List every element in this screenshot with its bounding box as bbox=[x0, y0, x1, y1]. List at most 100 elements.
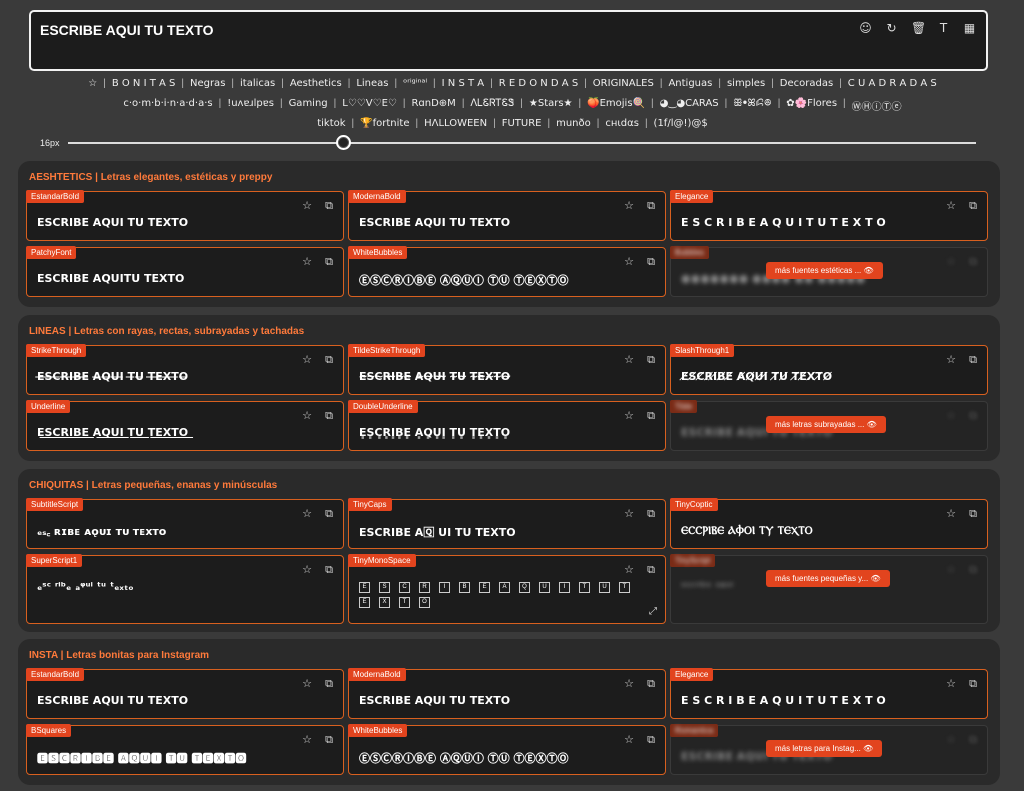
star-icon[interactable]: ☆ bbox=[945, 564, 957, 576]
category-link[interactable]: RɑnD⊕M bbox=[411, 98, 455, 113]
copy-icon[interactable]: ⧉ bbox=[967, 564, 979, 576]
star-icon[interactable]: ☆ bbox=[623, 410, 635, 422]
copy-icon[interactable]: ⧉ bbox=[323, 410, 335, 422]
category-link[interactable]: !uʌɐɹlpɐs bbox=[227, 98, 274, 113]
category-link[interactable]: HΛLLOWEEN bbox=[424, 118, 487, 129]
category-link[interactable]: ⓌⒽⓘⓉⓔ bbox=[852, 98, 902, 113]
category-link[interactable]: Aesthetics bbox=[290, 78, 342, 89]
category-link[interactable]: (1f/l@!)@$ bbox=[654, 118, 708, 129]
font-card[interactable]: SlashThrough1 ☆ ⧉ E̸S̸C̸R̸I̸B̸E̸ A̸Q̸U̸I̸ T… bbox=[670, 344, 988, 395]
font-card[interactable]: TinyCoptic ☆ ⧉ ⲈⲤⲤⲢⲒⲂⲈ ⲀⲪⲞⲒ ⲦⲨ ⲦⲈⲬⲦⲞ bbox=[670, 498, 988, 549]
star-icon[interactable]: ☆ bbox=[301, 200, 313, 212]
more-fonts-button[interactable]: más fuentes pequeñas y... 👁 bbox=[766, 570, 890, 587]
category-link[interactable]: R E D O N D A S bbox=[499, 78, 578, 89]
copy-icon[interactable]: ⧉ bbox=[323, 354, 335, 366]
star-icon[interactable]: ☆ bbox=[301, 678, 313, 690]
font-card[interactable]: TinyCaps ☆ ⧉ ESCRIBE A🅀 UI TU TEXTO bbox=[348, 498, 666, 549]
trash-icon[interactable]: 🗑 bbox=[911, 21, 926, 35]
font-card[interactable]: EstandarBold ☆ ⧉ ESCRIBE AQUI TU TEXTO bbox=[26, 668, 344, 719]
grid-icon[interactable]: ▦ bbox=[963, 21, 976, 35]
category-link[interactable]: ᵒʳⁱᵍⁱⁿᵃˡ bbox=[403, 78, 427, 89]
font-card[interactable]: SuperScript1 ☆ ⧉ ₑˢᶜ ʳⁱᵇₑ ₐᵠᵘⁱ ᵗᵘ ᵗₑₓₜₒ bbox=[26, 554, 344, 624]
font-card[interactable]: PatchyFont ☆ ⧉ ESCRIBE AQUITU TEXTO bbox=[26, 246, 344, 297]
font-card[interactable]: SubtitleScript ☆ ⧉ ₑₛ꜀ ʀɪʙᴇ ᴀǫᴜɪ ᴛᴜ ᴛᴇxᴛᴏ bbox=[26, 498, 344, 549]
more-fonts-button[interactable]: más letras subrayadas ... 👁 bbox=[766, 416, 886, 433]
font-card[interactable]: BSquares ☆ ⧉ 🅴🆂🅲🆁🅸🅱🅴 🅰🆀🆄🅸 🆃🆄 🆃🅴🆇🆃🅾 bbox=[26, 724, 344, 775]
category-link[interactable]: ✿🌸Flores bbox=[786, 98, 837, 113]
star-icon[interactable]: ☆ bbox=[301, 508, 313, 520]
category-link[interactable]: Decoradas bbox=[780, 78, 833, 89]
font-card[interactable]: WhiteBubbles ☆ ⧉ ⒺⓈⒸⓇⒾⒷⒺ ⒶⓆⓊⒾ ⓉⓊ ⓉⒺⓍⓉⓄ bbox=[348, 246, 666, 297]
star-icon[interactable]: ☆ bbox=[945, 508, 957, 520]
category-link[interactable]: L♡♡V♡E♡ bbox=[342, 98, 397, 113]
star-icon[interactable]: ☆ bbox=[301, 410, 313, 422]
text-editor[interactable]: ESCRIBE AQUI TU TEXTO ☺ ↻ 🗑 T ▦ bbox=[29, 10, 988, 71]
copy-icon[interactable]: ⧉ bbox=[967, 734, 979, 746]
category-link[interactable]: I N S T A bbox=[442, 78, 484, 89]
star-icon[interactable]: ☆ bbox=[301, 564, 313, 576]
font-size-slider-handle[interactable] bbox=[336, 135, 351, 150]
copy-icon[interactable]: ⧉ bbox=[645, 678, 657, 690]
font-size-slider-track[interactable] bbox=[68, 142, 976, 144]
category-link[interactable]: C U A D R A D A S bbox=[848, 78, 937, 89]
font-card[interactable]: StrikeThrough ☆ ⧉ E̶S̶C̶R̶I̶B̶E̶ A̶Q̶U̶I̶ T… bbox=[26, 344, 344, 395]
refresh-icon[interactable]: ↻ bbox=[885, 21, 898, 35]
category-link[interactable]: ꕥꔷꕤꗲꔮ bbox=[733, 98, 771, 113]
star-icon[interactable]: ☆ bbox=[945, 256, 957, 268]
star-icon[interactable]: ☆ bbox=[945, 410, 957, 422]
category-link[interactable]: ORIGINALES bbox=[593, 78, 654, 89]
category-link[interactable]: FUTURE bbox=[502, 118, 542, 129]
category-link[interactable]: B O N I T A S bbox=[112, 78, 176, 89]
category-link[interactable]: 🏆fortnite bbox=[360, 118, 409, 129]
copy-icon[interactable]: ⧉ bbox=[967, 256, 979, 268]
font-card[interactable]: WhiteBubbles ☆ ⧉ ⒺⓈⒸⓇⒾⒷⒺ ⒶⓆⓊⒾ ⓉⓊ ⓉⒺⓍⓉⓄ bbox=[348, 724, 666, 775]
star-icon[interactable]: ☆ bbox=[945, 200, 957, 212]
star-icon[interactable]: ☆ bbox=[623, 734, 635, 746]
category-link[interactable]: c·o·m·b·i·n·a·d·a·s bbox=[123, 98, 212, 113]
copy-icon[interactable]: ⧉ bbox=[967, 410, 979, 422]
copy-icon[interactable]: ⧉ bbox=[323, 200, 335, 212]
star-icon[interactable]: ☆ bbox=[945, 678, 957, 690]
copy-icon[interactable]: ⧉ bbox=[967, 354, 979, 366]
star-icon[interactable]: ☆ bbox=[945, 354, 957, 366]
copy-icon[interactable]: ⧉ bbox=[645, 508, 657, 520]
font-card[interactable]: Elegance ☆ ⧉ E S C R I B E A Q U I T U T E … bbox=[670, 190, 988, 241]
font-card[interactable]: DoubleUnderline ☆ ⧉ E͇S͇C͇R͇I͇B͇E͇ A͇Q͇U͇I͇… bbox=[348, 400, 666, 451]
category-link[interactable]: Lineas bbox=[356, 78, 388, 89]
category-link[interactable]: tiktok bbox=[317, 118, 345, 129]
font-card[interactable]: ModernaBold ☆ ⧉ ESCRIBE AQUI TU TEXTO bbox=[348, 668, 666, 719]
star-icon[interactable]: ☆ bbox=[301, 256, 313, 268]
expand-icon[interactable]: ⤢ bbox=[649, 606, 657, 617]
star-icon[interactable]: ☆ bbox=[301, 734, 313, 746]
copy-icon[interactable]: ⧉ bbox=[323, 564, 335, 576]
smiley-icon[interactable]: ☺ bbox=[859, 21, 872, 35]
star-icon[interactable]: ☆ bbox=[301, 354, 313, 366]
star-icon[interactable]: ☆ bbox=[623, 508, 635, 520]
category-link[interactable]: 🍑Emojis🍭 bbox=[587, 98, 645, 113]
star-icon[interactable]: ☆ bbox=[623, 354, 635, 366]
more-fonts-card[interactable]: Tilde ☆ ⧉ ESCRIBE AQUI TU TEXTO más letras s… bbox=[670, 400, 988, 451]
category-link[interactable]: ★Stars★ bbox=[529, 98, 573, 113]
editor-input-text[interactable]: ESCRIBE AQUI TU TEXTO bbox=[40, 22, 213, 38]
copy-icon[interactable]: ⧉ bbox=[967, 678, 979, 690]
star-icon[interactable]: ☆ bbox=[623, 564, 635, 576]
copy-icon[interactable]: ⧉ bbox=[645, 734, 657, 746]
font-card[interactable]: TildeStrikeThrough ☆ ⧉ E̴S̴C̴R̴I̴B̴E̴ A̴Q̴U… bbox=[348, 344, 666, 395]
font-card[interactable]: Underline ☆ ⧉ E͟S͟C͟R͟I͟B͟E͟ A͟Q͟U͟I͟ T͟U͟ … bbox=[26, 400, 344, 451]
copy-icon[interactable]: ⧉ bbox=[967, 508, 979, 520]
copy-icon[interactable]: ⧉ bbox=[645, 200, 657, 212]
copy-icon[interactable]: ⧉ bbox=[323, 256, 335, 268]
category-link[interactable]: munðo bbox=[556, 118, 591, 129]
category-link[interactable]: ◕‿◕CARAS bbox=[660, 98, 719, 113]
copy-icon[interactable]: ⧉ bbox=[645, 354, 657, 366]
font-card[interactable]: ModernaBold ☆ ⧉ ESCRIBE AQUI TU TEXTO bbox=[348, 190, 666, 241]
font-icon[interactable]: T bbox=[937, 21, 950, 35]
category-link[interactable]: Negras bbox=[190, 78, 225, 89]
font-card[interactable]: EstandarBold ☆ ⧉ ESCRIBE AQUI TU TEXTO bbox=[26, 190, 344, 241]
copy-icon[interactable]: ⧉ bbox=[645, 410, 657, 422]
more-fonts-card[interactable]: TinyScript ☆ ⧉ ᵉˢᶜʳⁱᵇᵉ ᵃᵠᵘⁱ más fuentes pequ… bbox=[670, 554, 988, 624]
star-icon[interactable]: ☆ bbox=[623, 200, 635, 212]
more-fonts-card[interactable]: Romantica ☆ ⧉ ESCRIBE AQUI TU TEXTO más letr… bbox=[670, 724, 988, 775]
category-link[interactable]: Antiguas bbox=[668, 78, 712, 89]
font-card[interactable]: Elegance ☆ ⧉ E S C R I B E A Q U I T U T E … bbox=[670, 668, 988, 719]
